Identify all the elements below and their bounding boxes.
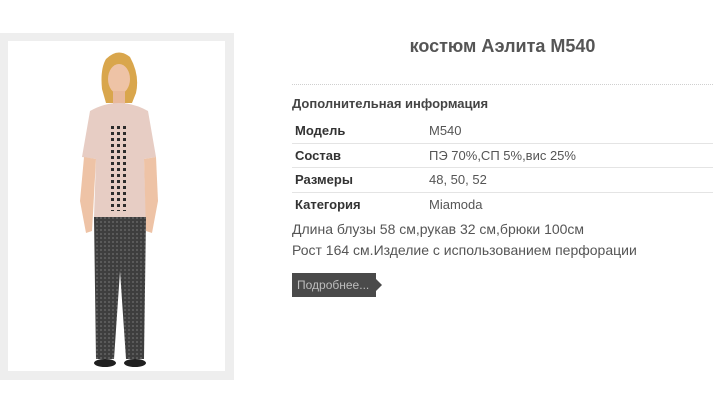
attr-label: Категория [292, 191, 426, 216]
divider [292, 84, 713, 85]
table-row: Размеры 48, 50, 52 [292, 167, 713, 192]
product-title: костюм Аэлита М540 [409, 36, 596, 56]
product-description: Длина блузы 58 см,рукав 32 см,брюки 100с… [292, 219, 713, 261]
more-details-button[interactable]: Подробнее... [292, 273, 383, 297]
description-line: Рост 164 см.Изделие с использованием пер… [292, 242, 637, 258]
table-row: Модель М540 [292, 119, 713, 143]
attr-value: ПЭ 70%,СП 5%,вис 25% [426, 142, 713, 168]
attr-label: Модель [295, 123, 346, 139]
description-line: Длина блузы 58 см,рукав 32 см,брюки 100с… [292, 221, 585, 237]
attr-value: Miamoda [426, 191, 713, 216]
table-row: Категория Miamoda [292, 191, 713, 216]
attr-value: М540 [429, 123, 462, 139]
product-image-frame [0, 33, 234, 380]
product-image[interactable] [8, 41, 225, 371]
additional-info-heading: Дополнительная информация [292, 96, 489, 111]
table-row: Состав ПЭ 70%,СП 5%,вис 25% [292, 142, 713, 168]
attr-label: Состав [292, 142, 426, 168]
attr-label: Размеры [292, 167, 426, 192]
product-photo [80, 52, 158, 367]
attributes-table: Модель М540 Состав ПЭ 70%,СП 5%,вис 25% … [292, 119, 713, 216]
attr-value: 48, 50, 52 [426, 167, 713, 192]
